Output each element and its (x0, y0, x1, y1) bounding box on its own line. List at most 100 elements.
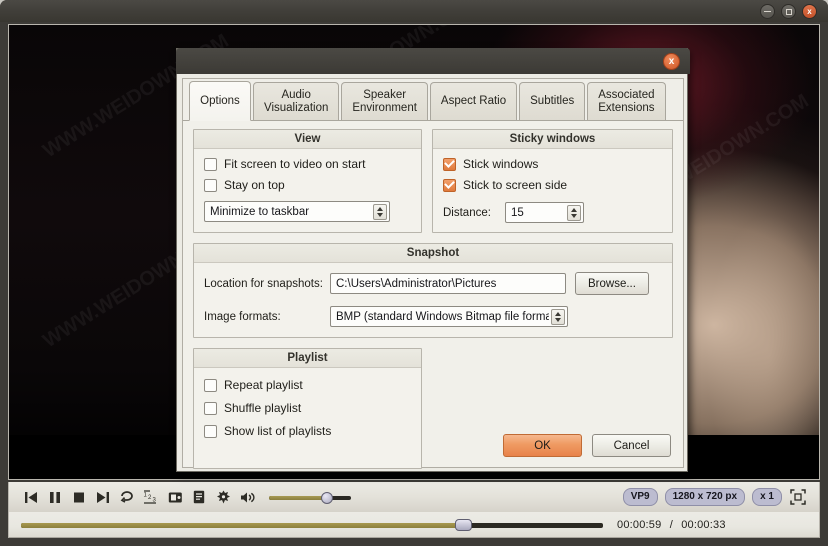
tab-label-line2: Visualization (264, 101, 329, 114)
checkbox-label: Show list of playlists (224, 424, 332, 438)
checkbox-fit-screen-to-video-on-start[interactable]: Fit screen to video on start (204, 157, 411, 171)
tab-subtitles[interactable]: Subtitles (519, 82, 586, 120)
checkbox-box (204, 378, 217, 392)
view-group-title: View (194, 130, 421, 149)
stop-icon[interactable] (67, 486, 91, 508)
sticky-group-title: Sticky windows (433, 130, 672, 149)
media-info-badges: VP9 1280 x 720 px x 1 (622, 488, 819, 506)
browse-button[interactable]: Browse... (575, 272, 649, 295)
snapshot-location-value: C:\Users\Administrator\Pictures (336, 277, 497, 290)
volume-icon[interactable] (235, 486, 259, 508)
snapshot-group: Snapshot Location for snapshots: C:\User… (193, 243, 673, 338)
dialog-tabstrip: Options Audio Visualization Speaker Envi… (183, 79, 683, 121)
close-icon: x (668, 56, 675, 67)
chevron-up-icon (377, 207, 383, 211)
dialog-body: Options Audio Visualization Speaker Envi… (182, 78, 684, 469)
checkbox-repeat-playlist[interactable]: Repeat playlist (204, 378, 411, 392)
checkbox-label: Stick to screen side (463, 178, 568, 192)
playlist-order-icon[interactable]: 1 2 3 (139, 486, 163, 508)
checkbox-box (443, 178, 456, 192)
time-display: 00:00:59 / 00:00:33 (617, 519, 726, 531)
ok-button[interactable]: OK (503, 434, 582, 457)
chevron-down-icon (555, 318, 561, 322)
checkbox-stick-windows[interactable]: Stick windows (443, 157, 662, 171)
chevron-updown-icon[interactable] (551, 309, 565, 325)
checkbox-show-list-of-playlists[interactable]: Show list of playlists (204, 424, 411, 438)
checkbox-box (204, 178, 217, 192)
checkbox-label: Repeat playlist (224, 378, 303, 392)
dialog-close-button[interactable]: x (663, 53, 680, 70)
tab-label-line1: Audio (281, 88, 311, 101)
checkbox-stick-to-screen-side[interactable]: Stick to screen side (443, 178, 662, 192)
settings-icon[interactable] (211, 486, 235, 508)
cancel-label: Cancel (613, 439, 650, 452)
checkbox-stay-on-top[interactable]: Stay on top (204, 178, 411, 192)
tab-label: Options (200, 94, 240, 107)
snapshot-group-title: Snapshot (194, 244, 672, 263)
snapshot-icon[interactable] (163, 486, 187, 508)
window-maximize-button[interactable] (781, 4, 796, 19)
window-close-button[interactable]: x (802, 4, 817, 19)
tab-options[interactable]: Options (189, 81, 251, 121)
cancel-button[interactable]: Cancel (592, 434, 671, 457)
playlist-group: Playlist Repeat playlist Shuffle playlis… (193, 348, 422, 469)
checkbox-label: Fit screen to video on start (224, 157, 366, 171)
window-minimize-button[interactable] (760, 4, 775, 19)
chevron-down-icon (571, 214, 577, 218)
pause-icon[interactable] (43, 486, 67, 508)
transport-controls: 1 2 3 (9, 486, 351, 508)
chevron-down-icon (377, 213, 383, 217)
window-titlebar: x (0, 0, 828, 22)
tab-label: Subtitles (530, 95, 575, 107)
previous-icon[interactable] (19, 486, 43, 508)
tab-speaker-environment[interactable]: Speaker Environment (341, 82, 428, 120)
image-format-combobox[interactable]: BMP (standard Windows Bitmap file format… (330, 306, 568, 327)
chevron-updown-icon[interactable] (373, 204, 387, 220)
total-time: 00:00:33 (681, 518, 726, 531)
sticky-windows-group: Sticky windows Stick windows Stick to sc… (432, 129, 673, 233)
minimize-behavior-combobox[interactable]: Minimize to taskbar (204, 201, 390, 222)
tab-label-line1: Speaker (363, 88, 407, 101)
snapshot-location-input[interactable]: C:\Users\Administrator\Pictures (330, 273, 566, 294)
tab-aspect-ratio[interactable]: Aspect Ratio (429, 82, 518, 120)
checkbox-box (204, 401, 217, 415)
checkbox-label: Shuffle playlist (224, 401, 302, 415)
checkbox-box (204, 157, 217, 171)
options-panel: View Fit screen to video on start Stay o… (183, 121, 683, 469)
browse-label: Browse... (588, 277, 636, 290)
chevron-up-icon (555, 312, 561, 316)
time-separator: / (669, 518, 673, 531)
distance-label: Distance: (443, 206, 491, 219)
checkbox-box (204, 424, 217, 438)
svg-text:1: 1 (144, 493, 148, 499)
dialog-button-row: OK Cancel (503, 434, 671, 457)
seek-slider[interactable] (21, 516, 603, 534)
repeat-icon[interactable] (115, 486, 139, 508)
codec-badge[interactable]: VP9 (622, 488, 658, 506)
volume-slider[interactable] (269, 487, 351, 507)
ok-label: OK (534, 439, 551, 452)
playlist-icon[interactable] (187, 486, 211, 508)
checkbox-shuffle-playlist[interactable]: Shuffle playlist (204, 401, 411, 415)
tab-label: Aspect Ratio (440, 95, 507, 107)
tab-associated-extensions[interactable]: Associated Extensions (587, 82, 666, 120)
seek-knob[interactable] (455, 518, 472, 531)
chevron-updown-icon[interactable] (567, 205, 581, 221)
image-formats-label: Image formats: (204, 310, 281, 323)
distance-spinner[interactable]: 15 (505, 202, 584, 223)
maximize-icon (785, 8, 792, 15)
volume-knob[interactable] (321, 492, 333, 504)
next-icon[interactable] (91, 486, 115, 508)
tab-label-line2: Extensions (598, 101, 655, 114)
close-icon: x (807, 6, 812, 16)
resolution-badge[interactable]: 1280 x 720 px (664, 488, 746, 506)
fullscreen-icon[interactable] (789, 488, 807, 506)
snapshot-location-label: Location for snapshots: (204, 277, 323, 290)
tab-label-line2: Environment (352, 101, 417, 114)
tab-audio-visualization[interactable]: Audio Visualization (253, 82, 340, 120)
tab-label-line1: Associated (598, 88, 655, 101)
playback-speed-badge[interactable]: x 1 (752, 488, 782, 506)
checkbox-label: Stay on top (224, 178, 285, 192)
playlist-group-title: Playlist (194, 349, 421, 368)
options-dialog: x Options Audio Visualization Speaker En… (176, 48, 690, 472)
